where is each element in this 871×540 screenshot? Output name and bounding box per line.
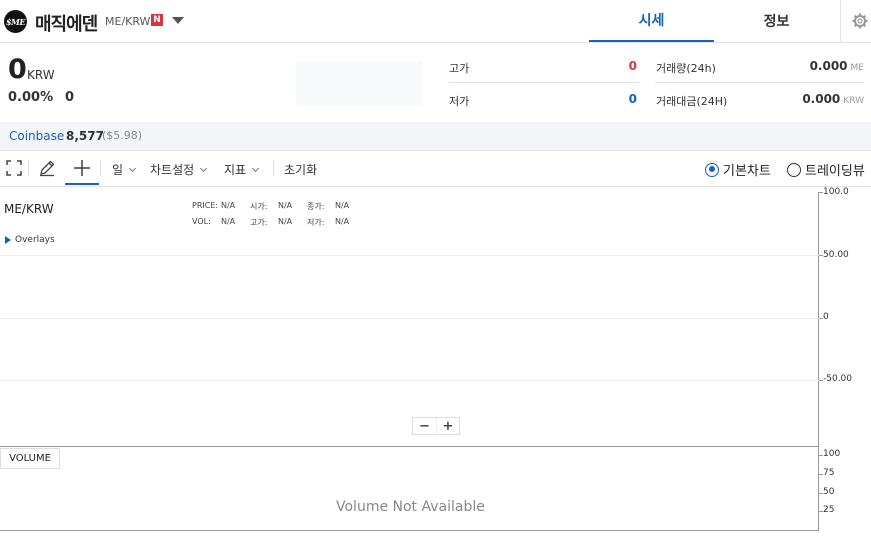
high-label: 고가 — [449, 62, 470, 75]
legend-low-label: 저가: — [307, 218, 325, 227]
reset-button[interactable]: 초기화 — [284, 161, 317, 178]
price-axis-label: -50.00 — [823, 374, 853, 384]
zoom-out-button[interactable]: − — [413, 418, 436, 434]
change-amount: 0 — [65, 90, 75, 105]
legend-open-label: 시가: — [250, 202, 268, 211]
price-axis-label: 100.0 — [823, 187, 849, 197]
mini-chart — [296, 61, 422, 105]
coin-name[interactable]: 매직에덴 — [35, 10, 98, 36]
legend-vol-value: N/A — [221, 217, 236, 226]
indicators-label: 지표 — [224, 163, 247, 177]
price-unit: KRW — [27, 68, 55, 82]
header: $ME 매직에덴 ME/KRW N 시세 정보 — [0, 0, 871, 43]
reference-price-bar: Coinbase 8,577 ($5.98) — [0, 122, 871, 151]
fullscreen-icon[interactable] — [5, 159, 23, 177]
turnover-value-wrap: 0.000 KRW — [802, 92, 864, 106]
grid-line — [0, 318, 819, 319]
reference-exchange[interactable]: Coinbase — [9, 129, 64, 143]
zoom-controls: − + — [412, 417, 460, 435]
high-value: 0 — [628, 59, 637, 73]
tab-quote[interactable]: 시세 — [589, 0, 714, 42]
chart-settings-menu[interactable]: 차트설정 — [150, 161, 208, 178]
price-axis-label: 50.00 — [823, 250, 849, 260]
stat-low: 저가 0 — [449, 83, 639, 116]
new-badge: N — [151, 14, 163, 26]
grid-line — [0, 255, 819, 256]
stat-high: 고가 0 — [449, 50, 639, 83]
pencil-icon[interactable] — [38, 159, 56, 177]
chart-symbol: ME/KRW — [4, 202, 54, 216]
volume-value-wrap: 0.000 ME — [810, 59, 864, 73]
legend-close-value: N/A — [335, 201, 350, 210]
coin-dropdown-caret-icon[interactable] — [172, 17, 184, 24]
chart-canvas[interactable] — [0, 192, 819, 531]
crosshair-icon[interactable] — [73, 159, 91, 177]
tab-info[interactable]: 정보 — [714, 0, 839, 42]
legend-price-value: N/A — [221, 201, 236, 210]
basic-chart-label: 기본차트 — [723, 164, 771, 179]
pane-divider[interactable] — [0, 446, 819, 447]
volume-label: 거래량(24h) — [656, 62, 716, 75]
zoom-in-button[interactable]: + — [435, 418, 459, 434]
legend-high-value: N/A — [278, 217, 293, 226]
legend-vol-label: VOL: — [192, 217, 211, 226]
volume-axis-label: 50 — [823, 487, 835, 497]
stat-turnover: 거래대금(24H) 0.000 KRW — [655, 83, 864, 116]
low-value: 0 — [628, 92, 637, 106]
active-tool-indicator — [65, 183, 99, 185]
stat-volume: 거래량(24h) 0.000 ME — [655, 50, 864, 83]
toolbar-divider — [273, 160, 274, 176]
legend-low-value: N/A — [335, 217, 350, 226]
price-axis-label: 0 — [823, 312, 829, 322]
low-label: 저가 — [449, 95, 470, 108]
toolbar-divider — [100, 160, 101, 176]
grid-line — [0, 380, 819, 381]
basic-chart-option[interactable]: 기본차트 — [705, 160, 771, 179]
chevron-down-icon — [200, 164, 208, 172]
turnover-label: 거래대금(24H) — [656, 95, 728, 108]
volume-axis-label: 25 — [823, 505, 835, 515]
overlays-label: Overlays — [15, 235, 55, 245]
radio-unselected-icon[interactable] — [787, 162, 801, 177]
volume-axis-label: 75 — [823, 468, 835, 478]
legend-price-label: PRICE: — [192, 201, 219, 210]
turnover-value: 0.000 — [802, 92, 841, 106]
radio-selected-icon[interactable] — [705, 162, 719, 177]
overlays-toggle[interactable]: Overlays — [5, 235, 55, 245]
tradingview-option[interactable]: 트레이딩뷰 — [787, 160, 865, 179]
tradingview-label: 트레이딩뷰 — [805, 164, 865, 179]
volume-unit: ME — [850, 63, 864, 73]
gear-icon[interactable] — [852, 13, 868, 29]
interval-label: 일 — [112, 163, 124, 177]
volume-axis-label: 100 — [823, 449, 841, 459]
volume-pane-label: VOLUME — [0, 448, 60, 469]
legend-close-label: 종가: — [307, 202, 325, 211]
chart-toolbar: 일 차트설정 지표 초기화 기본차트 트레이딩뷰 — [0, 151, 871, 187]
turnover-unit: KRW — [843, 96, 864, 106]
current-price: 0 — [8, 54, 27, 85]
chevron-down-icon — [129, 164, 137, 172]
legend-open-value: N/A — [278, 201, 293, 210]
volume-unavailable-message: Volume Not Available — [336, 499, 485, 515]
chart-settings-label: 차트설정 — [150, 163, 195, 177]
coin-logo: $ME — [4, 10, 27, 33]
chevron-down-icon — [252, 164, 260, 172]
reference-price: 8,577 — [66, 129, 104, 143]
change-rate: 0.00% — [8, 90, 54, 105]
volume-value: 0.000 — [809, 59, 848, 73]
reference-usd: ($5.98) — [102, 129, 143, 142]
indicators-menu[interactable]: 지표 — [224, 161, 260, 178]
expand-triangle-icon — [5, 236, 11, 244]
legend-high-label: 고가: — [250, 218, 268, 227]
price-summary: 0 KRW 0.00% 0 고가 0 저가 0 거래량(24h) 0.000 ME… — [0, 43, 871, 122]
toolbar-divider — [28, 160, 29, 176]
interval-select[interactable]: 일 — [112, 161, 137, 178]
tab-divider — [840, 0, 841, 42]
coin-pair: ME/KRW — [105, 15, 151, 28]
